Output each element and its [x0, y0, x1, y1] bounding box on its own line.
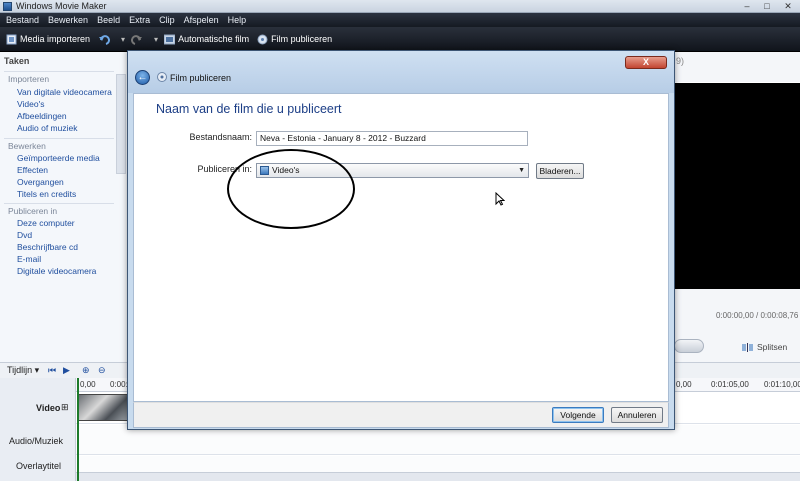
menu-beeld[interactable]: Beeld — [97, 15, 120, 25]
timeline-scrollbar[interactable] — [76, 472, 800, 481]
dialog-title: Film publiceren — [170, 73, 232, 83]
task-link-effecten[interactable]: Effecten — [17, 165, 48, 175]
menu-clip[interactable]: Clip — [159, 15, 175, 25]
redo-dropdown-arrow[interactable]: ▾ — [154, 35, 158, 44]
ruler-tick: 0:00: — [110, 380, 128, 389]
playhead[interactable] — [77, 378, 79, 481]
back-arrow-icon[interactable]: ← — [135, 70, 150, 85]
task-link-media[interactable]: Geïmporteerde media — [17, 153, 100, 163]
preview-time: 0:00:00,00 / 0:00:08,76 — [716, 311, 799, 320]
cancel-button[interactable]: Annuleren — [611, 407, 663, 423]
split-icon — [742, 342, 753, 352]
undo-icon — [99, 34, 111, 45]
task-link-afbeeldingen[interactable]: Afbeeldingen — [17, 111, 67, 121]
ruler-tick: 0,00 — [80, 380, 96, 389]
task-link-computer[interactable]: Deze computer — [17, 218, 75, 228]
menu-extra[interactable]: Extra — [129, 15, 150, 25]
app-icon — [3, 2, 12, 11]
task-pane-scrollbar[interactable] — [116, 74, 126, 174]
rewind-icon[interactable]: ⏮ — [48, 365, 56, 376]
section-bewerken: Bewerken — [8, 141, 46, 151]
track-labels: Video ⊞ Audio/Muziek Overlaytitel — [0, 378, 76, 481]
track-label-video: Video — [36, 403, 61, 413]
preview-monitor — [674, 83, 800, 289]
next-button[interactable]: Volgende — [552, 407, 604, 423]
expand-video-track-icon[interactable]: ⊞ — [61, 402, 69, 413]
ruler-tick: 0,00 — [676, 380, 692, 389]
publish-icon — [257, 34, 268, 44]
task-pane: Taken Importeren Van digitale videocamer… — [0, 52, 128, 362]
zoom-out-icon[interactable]: ⊖ — [98, 365, 106, 376]
task-link-audio[interactable]: Audio of muziek — [17, 123, 77, 133]
divider — [4, 71, 114, 72]
task-link-email[interactable]: E-mail — [17, 254, 41, 264]
redo-icon — [131, 34, 143, 45]
menu-help[interactable]: Help — [228, 15, 247, 25]
import-media-label: Media importeren — [20, 34, 91, 44]
dialog-close-button[interactable]: X — [625, 56, 667, 69]
undo-dropdown-arrow[interactable]: ▾ — [121, 35, 125, 44]
track-label-audio: Audio/Muziek — [9, 436, 64, 446]
minimize-button[interactable]: – — [740, 1, 754, 11]
play-icon[interactable]: ▶ — [63, 365, 70, 376]
zoom-in-icon[interactable]: ⊕ — [82, 365, 90, 376]
video-clip-thumbnail[interactable] — [78, 394, 128, 421]
task-link-videocamera[interactable]: Van digitale videocamera — [17, 87, 112, 97]
dialog-content: Naam van de film die u publiceert Bestan… — [133, 93, 669, 402]
timeline-label: Tijdlijn — [7, 365, 33, 375]
task-link-videos[interactable]: Video's — [17, 99, 44, 109]
window-title: Windows Movie Maker — [16, 1, 107, 11]
film-icon — [164, 34, 176, 44]
dialog-footer: Volgende Annuleren — [133, 402, 669, 428]
seek-slider[interactable] — [674, 339, 704, 353]
ruler-tick: 0:01:05,00 — [711, 380, 749, 389]
window-titlebar: Windows Movie Maker – □ ✕ — [0, 0, 800, 13]
section-importeren: Importeren — [8, 74, 50, 84]
section-publiceren: Publiceren in — [8, 206, 58, 216]
task-pane-title: Taken — [4, 56, 30, 66]
mouse-cursor-icon — [495, 192, 505, 206]
undo-button[interactable] — [98, 34, 113, 45]
divider — [4, 138, 114, 139]
chevron-down-icon: ▼ — [518, 167, 525, 174]
automovie-label: Automatische film — [178, 34, 250, 44]
task-link-digital-camera[interactable]: Digitale videocamera — [17, 266, 96, 276]
toolbar: Media importeren ▾ ▾ Automatische film F… — [0, 27, 800, 52]
preview-header-text: 9) — [676, 56, 685, 66]
import-media-button[interactable]: Media importeren — [6, 34, 90, 45]
menu-bestand[interactable]: Bestand — [6, 15, 39, 25]
task-link-titels[interactable]: Titels en credits — [17, 189, 76, 199]
dialog-frame — [128, 51, 674, 93]
automovie-button[interactable]: Automatische film — [164, 34, 249, 45]
menu-bar: Bestand Bewerken Beeld Extra Clip Afspel… — [0, 13, 800, 27]
filename-label: Bestandsnaam: — [189, 132, 252, 142]
task-link-overgangen[interactable]: Overgangen — [17, 177, 64, 187]
import-icon — [6, 34, 17, 44]
publish-icon — [157, 72, 167, 82]
maximize-button[interactable]: □ — [760, 1, 774, 11]
publish-movie-dialog: ← Film publiceren X Naam van de film die… — [127, 50, 675, 430]
publish-movie-label: Film publiceren — [271, 34, 333, 44]
preview-controls: 0:00:00,00 / 0:00:08,76 Splitsen — [674, 289, 800, 362]
track-label-overlay: Overlaytitel — [16, 461, 62, 471]
preview-header: 9) — [674, 52, 800, 82]
ruler-tick: 0:01:10,00 — [764, 380, 800, 389]
dialog-heading: Naam van de film die u publiceert — [156, 102, 342, 116]
redo-button[interactable] — [131, 34, 146, 45]
task-link-cd[interactable]: Beschrijfbare cd — [17, 242, 78, 252]
hand-drawn-circle-annotation — [227, 149, 355, 229]
split-button[interactable]: Splitsen — [742, 342, 787, 352]
menu-afspelen[interactable]: Afspelen — [184, 15, 219, 25]
split-label: Splitsen — [757, 342, 788, 352]
publish-movie-button[interactable]: Film publiceren — [257, 34, 332, 45]
filename-input[interactable]: Neva - Estonia - January 8 - 2012 - Buzz… — [256, 131, 528, 146]
menu-bewerken[interactable]: Bewerken — [48, 15, 88, 25]
divider — [4, 203, 114, 204]
browse-button[interactable]: Bladeren... — [536, 163, 584, 179]
window-close-button[interactable]: ✕ — [781, 1, 795, 11]
task-link-dvd[interactable]: Dvd — [17, 230, 32, 240]
timeline-view-dropdown[interactable]: Tijdlijn ▾ — [7, 365, 39, 376]
